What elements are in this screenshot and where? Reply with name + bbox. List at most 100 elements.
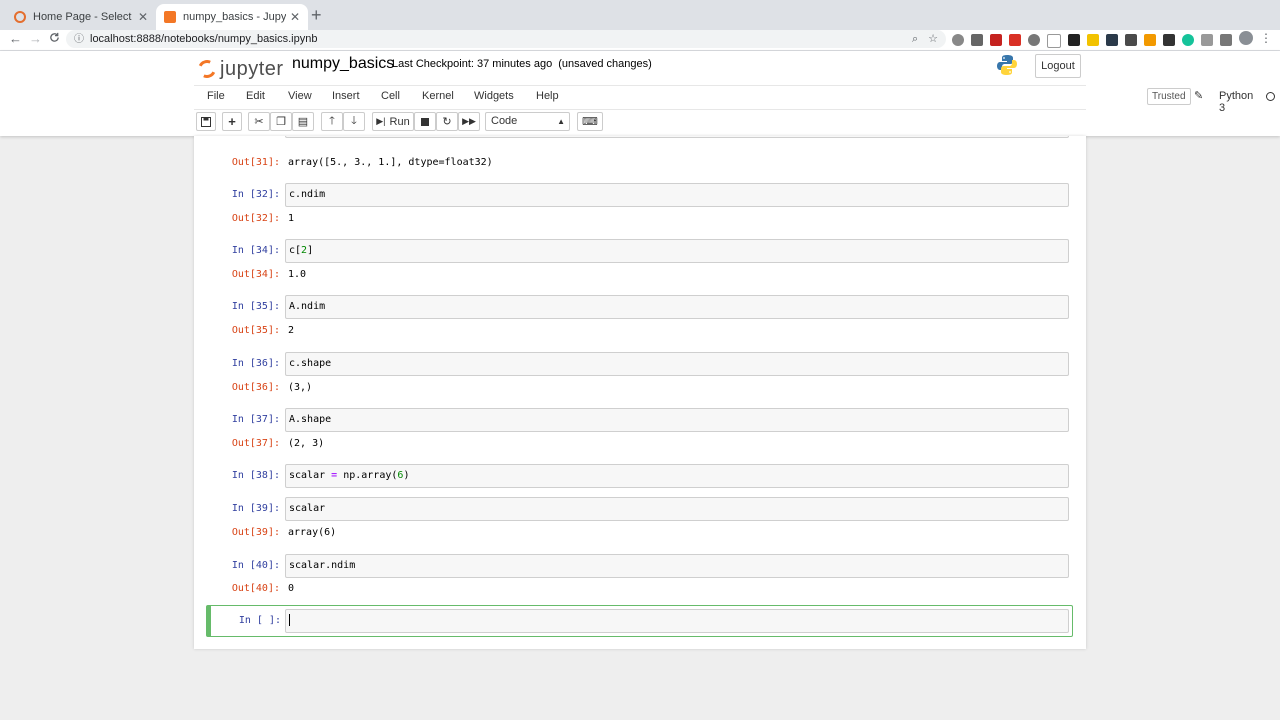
extension-icon[interactable] [1125,34,1137,46]
cell-type-select[interactable]: Code ▲ [485,112,570,131]
bookmark-star-icon[interactable]: ☆ [928,33,938,45]
more-options-icon[interactable]: ⋮ [1260,31,1272,45]
extension-icon[interactable] [1068,34,1080,46]
logout-button[interactable]: Logout [1035,54,1081,78]
interrupt-button[interactable] [414,112,436,131]
reload-button[interactable] [49,31,60,46]
paste-button[interactable]: ▤ [292,112,314,131]
extension-icon[interactable] [1087,34,1099,46]
plus-icon: + [228,114,236,129]
output-prompt: Out[40]: [231,583,280,594]
code-input[interactable]: c.ndim [285,183,1069,207]
input-prompt: In [38]: [231,470,280,481]
code-input[interactable] [285,609,1069,633]
code-text: np.array( [337,470,398,481]
trusted-indicator[interactable]: Trusted [1147,88,1191,105]
browser-tab-strip: Home Page - Select or create a notebook … [0,0,1280,30]
input-prompt: In [32]: [231,189,280,200]
code-input[interactable]: A.shape [285,408,1069,432]
output-text: 1.0 [288,269,307,280]
close-icon[interactable]: ✕ [290,10,300,24]
command-palette-button[interactable]: ⌨ [577,112,603,131]
output-prompt: Out[34]: [231,269,280,280]
zoom-icon[interactable]: ⌕ [912,33,918,45]
copy-button[interactable]: ❐ [270,112,292,131]
code-input[interactable]: scalar = np.array(6) [285,464,1069,488]
menu-file[interactable]: File [207,90,225,102]
extension-icon[interactable] [1106,34,1118,46]
code-input[interactable]: c [285,136,1069,138]
cut-icon: ✂ [254,116,264,128]
output-text: 0 [288,583,295,594]
active-code-cell[interactable]: In [ ]: [206,605,1073,637]
input-prompt: In [37]: [231,414,280,425]
code-input[interactable]: c.shape [285,352,1069,376]
browser-tab-notebook[interactable]: numpy_basics - Jupyter Notebook ✕ [156,4,308,30]
restart-run-all-button[interactable]: ▶▶ [458,112,480,131]
extension-icon[interactable] [1028,34,1040,46]
code-text: c[ [289,245,302,256]
code-text: A.shape [289,414,332,425]
extension-icon[interactable] [1163,34,1175,46]
profile-avatar[interactable] [1239,31,1253,45]
jupyter-header: jupyter numpy_basics Last Checkpoint: 37… [0,51,1280,136]
code-input[interactable]: scalar [285,497,1069,521]
jupyter-favicon-icon [14,11,26,23]
forward-button[interactable]: → [29,31,42,46]
menu-kernel[interactable]: Kernel [422,90,454,102]
fast-forward-icon: ▶▶ [462,116,476,126]
menu-insert[interactable]: Insert [332,90,360,102]
tab-title: numpy_basics - Jupyter Notebook [183,11,286,23]
extension-icon[interactable] [1220,34,1232,46]
code-text: ) [403,470,410,481]
gmail-extension-icon[interactable] [990,34,1002,46]
menu-help[interactable]: Help [536,90,559,102]
url-input[interactable]: ⓘ localhost:8888/notebooks/numpy_basics.i… [66,30,946,48]
restart-button[interactable]: ↻ [436,112,458,131]
code-input[interactable]: c[2] [285,239,1069,263]
jupyter-logo-text: jupyter [220,57,284,80]
rss-icon[interactable] [1144,34,1156,46]
output-prompt: Out[37]: [231,438,280,449]
chevron-updown-icon: ▲ [557,117,565,126]
extension-icon[interactable] [952,34,964,46]
url-text: localhost:8888/notebooks/numpy_basics.ip… [90,33,318,45]
arrow-down-icon: 🡓 [351,115,357,127]
browser-tab-home[interactable]: Home Page - Select or create a notebook … [6,4,156,30]
output-text: 2 [288,325,295,336]
move-up-button[interactable]: 🡑 [321,112,343,131]
cut-button[interactable]: ✂ [248,112,270,131]
step-forward-icon: ▶| [376,116,386,126]
move-down-button[interactable]: 🡓 [343,112,365,131]
extension-icon[interactable] [1047,34,1061,48]
keyboard-icon: ⌨ [582,116,598,128]
code-input[interactable]: scalar.ndim [285,554,1069,578]
back-button[interactable]: ← [9,31,22,46]
input-prompt: In [35]: [231,301,280,312]
notebook-title[interactable]: numpy_basics [292,55,394,73]
code-input[interactable]: A.ndim [285,295,1069,319]
extension-icon[interactable] [1201,34,1213,46]
menu-cell[interactable]: Cell [381,90,400,102]
grammarly-icon[interactable] [1182,34,1194,46]
run-button[interactable]: ▶| Run [372,112,414,131]
extension-icon[interactable] [971,34,983,46]
save-button[interactable] [196,112,216,131]
output-prompt: Out[35]: [231,325,280,336]
kernel-name[interactable]: Python 3 [1219,90,1253,114]
menu-widgets[interactable]: Widgets [474,90,514,102]
menu-edit[interactable]: Edit [246,90,265,102]
output-text: array(6) [288,527,337,538]
code-text: ] [307,245,314,256]
notebook-toolbar: + ✂ ❐ ▤ 🡑 🡓 ▶| Run ↻ ▶▶ Code ▲ ⌨ [194,112,1086,132]
input-prompt: In [40]: [231,560,280,571]
new-tab-button[interactable]: + [311,5,322,26]
menu-view[interactable]: View [288,90,312,102]
notebook-container: In [31]:cOut[31]:array([5., 3., 1.], dty… [194,136,1086,649]
reload-icon [50,32,59,42]
extension-badge-icon[interactable] [1009,34,1021,46]
insert-cell-button[interactable]: + [222,112,242,131]
close-icon[interactable]: ✕ [138,10,148,24]
jupyter-logo[interactable]: jupyter [195,55,284,83]
output-text: (2, 3) [288,438,325,449]
